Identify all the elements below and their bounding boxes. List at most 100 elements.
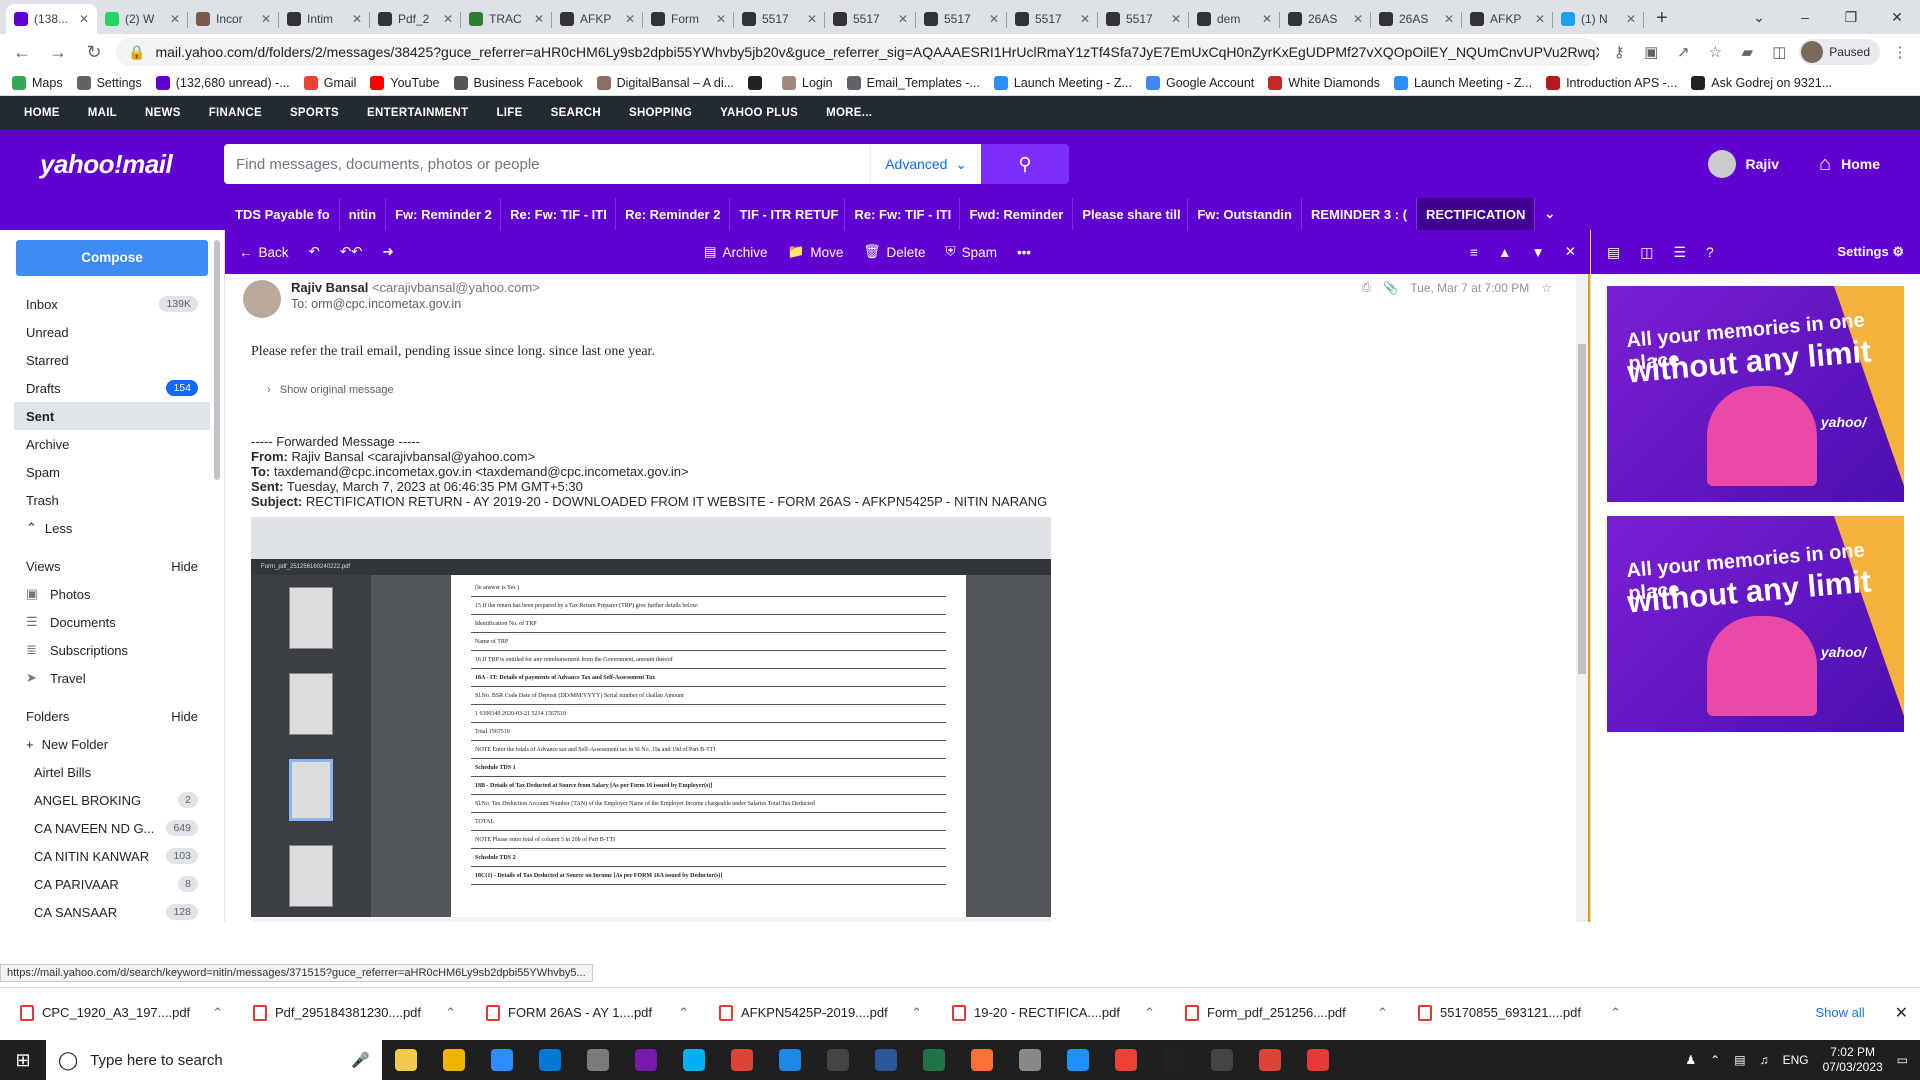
browser-tab[interactable]: 5517 ✕ <box>734 4 825 34</box>
browser-tab[interactable]: AFKP ✕ <box>552 4 643 34</box>
next-message-button[interactable]: ▼ <box>1531 245 1544 260</box>
more-actions-button[interactable]: ••• <box>1017 245 1031 260</box>
user-folder[interactable]: CA NITIN KANWAR 103 <box>14 842 210 870</box>
tab-close-icon[interactable]: ✕ <box>898 12 908 26</box>
folders-hide-button[interactable]: Hide <box>171 709 198 724</box>
chevron-down-icon[interactable]: ⌄ <box>1736 0 1782 34</box>
yahoo-nav-item[interactable]: NEWS <box>145 107 181 119</box>
inline-screenshot-image[interactable]: Form_pdf_251256160240222.pdf (Ie answer … <box>251 517 1051 922</box>
close-icon[interactable]: ✕ <box>1874 0 1920 34</box>
bookmark-item[interactable]: Google Account <box>1145 75 1254 90</box>
download-item[interactable]: FORM 26AS - AY 1....pdf ⌃ <box>486 1004 719 1021</box>
browser-tab[interactable]: 26AS ✕ <box>1371 4 1462 34</box>
new-folder-button[interactable]: + New Folder <box>14 730 210 758</box>
taskbar-app-icon[interactable] <box>1246 1040 1294 1080</box>
user-profile-button[interactable]: Rajiv <box>1707 150 1779 178</box>
minimize-icon[interactable]: – <box>1782 0 1828 34</box>
view-item[interactable]: ≣ Subscriptions <box>14 636 210 664</box>
tab-close-icon[interactable]: ✕ <box>352 12 362 26</box>
taskbar-app-icon[interactable] <box>430 1040 478 1080</box>
taskbar-app-icon[interactable] <box>1054 1040 1102 1080</box>
sender-name[interactable]: Rajiv Bansal <box>291 280 368 295</box>
yahoo-mail-logo[interactable]: yahoo!mail <box>40 149 224 180</box>
move-button[interactable]: 📁 Move <box>788 244 844 260</box>
key-icon[interactable]: ⚷ <box>1607 43 1631 61</box>
taskbar-app-icon[interactable] <box>526 1040 574 1080</box>
taskbar-app-icon[interactable] <box>814 1040 862 1080</box>
thread-tab[interactable]: Re: Fw: TIF - ITI <box>501 198 617 230</box>
notification-icon[interactable]: ▭ <box>1897 1053 1908 1067</box>
network-icon[interactable]: ▤ <box>1734 1053 1745 1067</box>
download-item[interactable]: Form_pdf_251256....pdf ⌃ <box>1185 1004 1418 1021</box>
browser-tab[interactable]: Form ✕ <box>643 4 734 34</box>
star-icon[interactable]: ☆ <box>1703 43 1727 61</box>
translate-icon[interactable]: ▣ <box>1639 43 1663 61</box>
taskbar-app-icon[interactable] <box>958 1040 1006 1080</box>
sidebar-scrollbar[interactable] <box>214 230 222 922</box>
contacts-icon[interactable]: ▤ <box>1607 244 1620 261</box>
user-folder[interactable]: Airtel Bills <box>14 758 210 786</box>
clock[interactable]: 7:02 PM 07/03/2023 <box>1823 1045 1883 1075</box>
print-icon[interactable]: ⎙ <box>1362 280 1372 295</box>
star-icon[interactable]: ☆ <box>1541 281 1552 295</box>
bookmark-item[interactable]: Gmail <box>303 75 356 90</box>
yahoo-nav-item[interactable]: HOME <box>24 107 60 119</box>
view-item[interactable]: ☰ Documents <box>14 608 210 636</box>
chevron-up-icon[interactable]: ⌃ <box>1610 1005 1621 1021</box>
bookmark-item[interactable]: Business Facebook <box>453 75 583 90</box>
browser-tab[interactable]: Incor ✕ <box>188 4 279 34</box>
download-item[interactable]: Pdf_295184381230....pdf ⌃ <box>253 1004 486 1021</box>
views-hide-button[interactable]: Hide <box>171 559 198 574</box>
thread-tab[interactable]: TIF - ITR RETUF <box>730 198 846 230</box>
yahoo-nav-item[interactable]: ENTERTAINMENT <box>367 107 468 119</box>
folder-drafts[interactable]: Drafts 154 <box>14 374 210 402</box>
folder-trash[interactable]: Trash <box>14 486 210 514</box>
browser-tab[interactable]: 5517 ✕ <box>825 4 916 34</box>
bookmark-item[interactable]: Settings <box>76 75 142 90</box>
spam-button[interactable]: ⛨ Spam <box>946 244 997 260</box>
thread-tab[interactable]: REMINDER 3 : ( <box>1302 198 1417 230</box>
restore-icon[interactable]: ❐ <box>1828 0 1874 34</box>
reply-button[interactable]: ↶ <box>309 244 320 260</box>
archive-button[interactable]: ▤ Archive <box>704 244 768 260</box>
close-icon[interactable]: ✕ <box>1895 1003 1908 1023</box>
browser-tab[interactable]: dem ✕ <box>1189 4 1280 34</box>
tab-close-icon[interactable]: ✕ <box>1626 12 1636 26</box>
user-folder[interactable]: ANGEL BROKING 2 <box>14 786 210 814</box>
tab-close-icon[interactable]: ✕ <box>1444 12 1454 26</box>
bookmark-item[interactable] <box>748 75 768 90</box>
collapse-button[interactable]: ≡ <box>1470 245 1478 260</box>
advanced-search-button[interactable]: Advanced ⌄ <box>870 144 981 184</box>
user-folder[interactable]: CA SANSAAR 128 <box>14 898 210 926</box>
browser-tab[interactable]: 5517 ✕ <box>1007 4 1098 34</box>
forward-arrow-icon[interactable]: → <box>44 42 72 63</box>
taskbar-app-icon[interactable] <box>478 1040 526 1080</box>
bookmark-item[interactable]: White Diamonds <box>1268 75 1380 90</box>
bookmark-item[interactable]: Launch Meeting - Z... <box>993 75 1132 90</box>
yahoo-nav-item[interactable]: MORE... <box>826 107 872 119</box>
taskbar-app-icon[interactable] <box>910 1040 958 1080</box>
yahoo-nav-item[interactable]: SHOPPING <box>629 107 692 119</box>
thread-tab[interactable]: Please share till <box>1073 198 1189 230</box>
tab-close-icon[interactable]: ✕ <box>716 12 726 26</box>
download-item[interactable]: CPC_1920_A3_197....pdf ⌃ <box>20 1004 253 1021</box>
browser-tab[interactable]: TRAC ✕ <box>461 4 552 34</box>
tab-close-icon[interactable]: ✕ <box>79 12 89 26</box>
tab-close-icon[interactable]: ✕ <box>1535 12 1545 26</box>
view-item[interactable]: ➤ Travel <box>14 664 210 692</box>
taskbar-app-icon[interactable] <box>1198 1040 1246 1080</box>
thread-tab[interactable]: Fw: Outstandin <box>1188 198 1302 230</box>
extensions-icon[interactable]: ▰ <box>1735 43 1759 61</box>
bookmark-item[interactable]: Login <box>782 75 833 90</box>
tab-close-icon[interactable]: ✕ <box>1353 12 1363 26</box>
tab-close-icon[interactable]: ✕ <box>170 12 180 26</box>
message-scrollbar[interactable] <box>1576 274 1588 922</box>
notepad-icon[interactable]: ☰ <box>1673 244 1686 261</box>
folder-inbox[interactable]: Inbox 139K <box>14 290 210 318</box>
yahoo-nav-item[interactable]: FINANCE <box>209 107 262 119</box>
compose-button[interactable]: Compose <box>16 240 208 276</box>
chevron-up-icon[interactable]: ⌃ <box>212 1005 223 1021</box>
taskbar-app-icon[interactable] <box>1150 1040 1198 1080</box>
tab-close-icon[interactable]: ✕ <box>1262 12 1272 26</box>
browser-tab[interactable]: (138... ✕ <box>6 4 97 34</box>
